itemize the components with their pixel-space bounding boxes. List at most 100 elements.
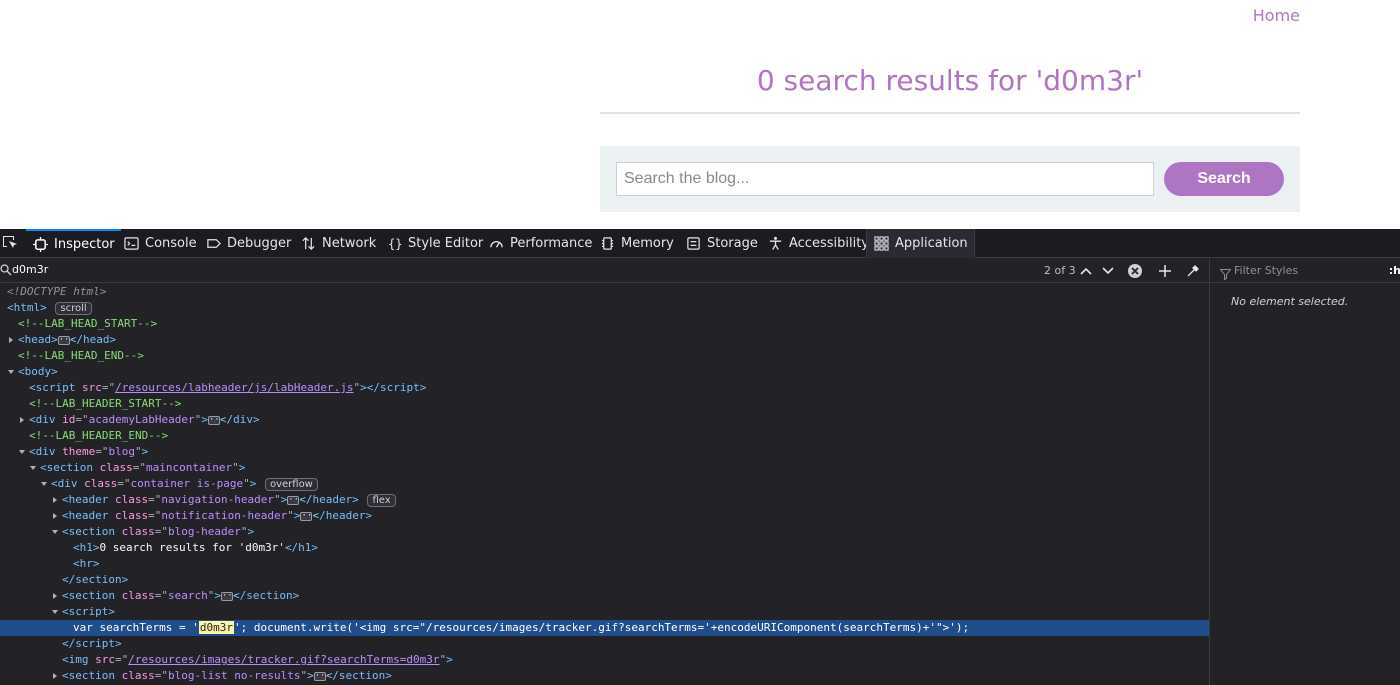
next-match-icon[interactable] xyxy=(1099,262,1117,280)
home-link[interactable]: Home xyxy=(1253,6,1300,25)
collapse-arrow-icon[interactable] xyxy=(39,476,49,492)
element-picker-button[interactable] xyxy=(0,229,20,258)
expand-arrow-icon[interactable] xyxy=(50,668,60,684)
filter-styles-input[interactable]: Filter Styles xyxy=(1234,264,1298,277)
overflow-badge[interactable]: overflow xyxy=(264,477,318,491)
expand-arrow-icon[interactable] xyxy=(50,492,60,508)
tab-storage[interactable]: Storage xyxy=(679,229,764,258)
tab-debugger[interactable]: Debugger xyxy=(199,229,297,258)
search-section: Search xyxy=(600,146,1300,212)
expand-arrow-icon[interactable] xyxy=(17,412,27,428)
title-divider xyxy=(600,112,1300,114)
dom-node-doctype[interactable]: <!DOCTYPE html> xyxy=(0,284,1209,300)
scroll-badge[interactable]: scroll xyxy=(55,301,92,315)
dom-node-img[interactable]: <img src="/resources/images/tracker.gif?… xyxy=(0,652,1209,668)
tab-style-editor[interactable]: {} Style Editor xyxy=(380,229,489,258)
dom-node-script-close[interactable]: </script> xyxy=(0,636,1209,652)
dom-node-div-container[interactable]: <div class="container is-page"> overflow xyxy=(0,476,1209,492)
clear-search-icon[interactable] xyxy=(1126,262,1144,280)
dom-node-script-inline[interactable]: <script> xyxy=(0,604,1209,620)
markup-search-bar: d0m3r 2 of 3 xyxy=(0,259,1209,283)
dom-node-header-navigation[interactable]: <header class="navigation-header">···</h… xyxy=(0,492,1209,508)
dom-node-header-notification[interactable]: <header class="notification-header">···<… xyxy=(0,508,1209,524)
dom-node-body[interactable]: <body> xyxy=(0,364,1209,380)
tab-label: Console xyxy=(145,236,197,251)
collapse-arrow-icon[interactable] xyxy=(50,524,60,540)
dom-tree: <!DOCTYPE html> <html> scroll <!--LAB_HE… xyxy=(0,284,1209,685)
dom-node-section-close[interactable]: </section> xyxy=(0,572,1209,588)
console-icon xyxy=(123,236,139,252)
page-title: 0 search results for 'd0m3r' xyxy=(756,64,1144,97)
devtools-toolbar: Inspector Console Debugger Network {} St… xyxy=(0,229,1400,258)
storage-icon xyxy=(685,236,701,252)
dom-node-script[interactable]: <script src="/resources/labheader/js/lab… xyxy=(0,380,1209,396)
dom-node-section-blog-header[interactable]: <section class="blog-header"> xyxy=(0,524,1209,540)
collapsed-children-icon[interactable]: ··· xyxy=(287,495,304,505)
tab-memory[interactable]: Memory xyxy=(593,229,680,258)
previous-match-icon[interactable] xyxy=(1077,262,1095,280)
dom-node-section-search[interactable]: <section class="search">···</section> xyxy=(0,588,1209,604)
collapsed-children-icon[interactable]: ··· xyxy=(57,335,75,345)
add-node-icon[interactable] xyxy=(1156,262,1174,280)
rules-view: Filter Styles :h No element selected. xyxy=(1209,259,1400,685)
application-grid-icon xyxy=(873,236,889,252)
search-match-highlight: d0m3r xyxy=(198,621,234,634)
tab-accessibility[interactable]: Accessibility xyxy=(761,229,875,258)
tab-label: Network xyxy=(322,236,377,251)
dom-node-div-academy[interactable]: <div id="academyLabHeader">···</div> xyxy=(0,412,1209,428)
dom-node-section-maincontainer[interactable]: <section class="maincontainer"> xyxy=(0,460,1209,476)
collapsed-children-icon[interactable]: ··· xyxy=(207,415,225,425)
dom-node-div-theme[interactable]: <div theme="blog"> xyxy=(0,444,1209,460)
dom-node-comment[interactable]: <!--LAB_HEAD_START--> xyxy=(0,316,1209,332)
dom-node-comment[interactable]: <!--LAB_HEAD_END--> xyxy=(0,348,1209,364)
tab-inspector[interactable]: Inspector xyxy=(26,229,121,258)
tab-performance[interactable]: Performance xyxy=(482,229,598,258)
tab-network[interactable]: Network xyxy=(294,229,382,258)
style-editor-icon: {} xyxy=(386,236,402,252)
markup-view: d0m3r 2 of 3 <!DOCTYPE html> <html> scro… xyxy=(0,259,1209,685)
dom-node-hr[interactable]: <hr> xyxy=(0,556,1209,572)
collapse-arrow-icon[interactable] xyxy=(6,364,16,380)
filter-styles-bar: Filter Styles :h xyxy=(1210,259,1400,283)
element-picker-icon xyxy=(2,234,18,254)
search-icon xyxy=(0,264,12,279)
tab-console[interactable]: Console xyxy=(117,229,203,258)
filter-icon xyxy=(1219,265,1232,284)
dom-node-head[interactable]: <head>···</head> xyxy=(0,332,1209,348)
expand-arrow-icon[interactable] xyxy=(50,508,60,524)
dom-node-script-text-selected[interactable]: var searchTerms = 'd0m3r'; document.writ… xyxy=(0,620,1209,636)
eyedropper-icon[interactable] xyxy=(1184,262,1202,280)
devtools-panel: Inspector Console Debugger Network {} St… xyxy=(0,229,1400,685)
collapse-arrow-icon[interactable] xyxy=(17,444,27,460)
dom-node-h1[interactable]: <h1>0 search results for 'd0m3r'</h1> xyxy=(0,540,1209,556)
search-button[interactable]: Search xyxy=(1164,162,1284,196)
dom-node-html[interactable]: <html> scroll xyxy=(0,300,1209,316)
dom-node-section-blog-list[interactable]: <section class="blog-list no-results">··… xyxy=(0,668,1209,684)
collapsed-children-icon[interactable]: ··· xyxy=(313,671,331,681)
collapsed-children-icon[interactable]: ··· xyxy=(220,591,238,601)
collapse-arrow-icon[interactable] xyxy=(50,604,60,620)
tab-label: Style Editor xyxy=(408,236,484,251)
tab-label: Inspector xyxy=(54,237,115,252)
collapse-arrow-icon[interactable] xyxy=(28,460,38,476)
tab-label: Storage xyxy=(707,236,758,251)
markup-search-input[interactable]: d0m3r xyxy=(12,263,48,276)
search-input[interactable] xyxy=(616,162,1154,196)
flex-badge[interactable]: flex xyxy=(367,493,396,507)
collapsed-children-icon[interactable]: ··· xyxy=(300,511,318,521)
inspector-icon xyxy=(32,237,48,253)
svg-text:{}: {} xyxy=(387,237,401,251)
expand-arrow-icon[interactable] xyxy=(50,588,60,604)
web-page: Home 0 search results for 'd0m3r' Search xyxy=(0,0,1400,229)
tab-label: Application xyxy=(895,236,968,251)
pseudo-class-toggle[interactable]: :h xyxy=(1389,264,1400,277)
tab-label: Debugger xyxy=(227,236,292,251)
dom-node-comment[interactable]: <!--LAB_HEADER_START--> xyxy=(0,396,1209,412)
tab-application[interactable]: Application xyxy=(866,229,975,258)
expand-arrow-icon[interactable] xyxy=(6,332,16,348)
network-icon xyxy=(300,236,316,252)
dom-node-comment[interactable]: <!--LAB_HEADER_END--> xyxy=(0,428,1209,444)
no-element-message: No element selected. xyxy=(1231,295,1349,308)
debugger-icon xyxy=(205,236,221,252)
performance-icon xyxy=(488,236,504,252)
